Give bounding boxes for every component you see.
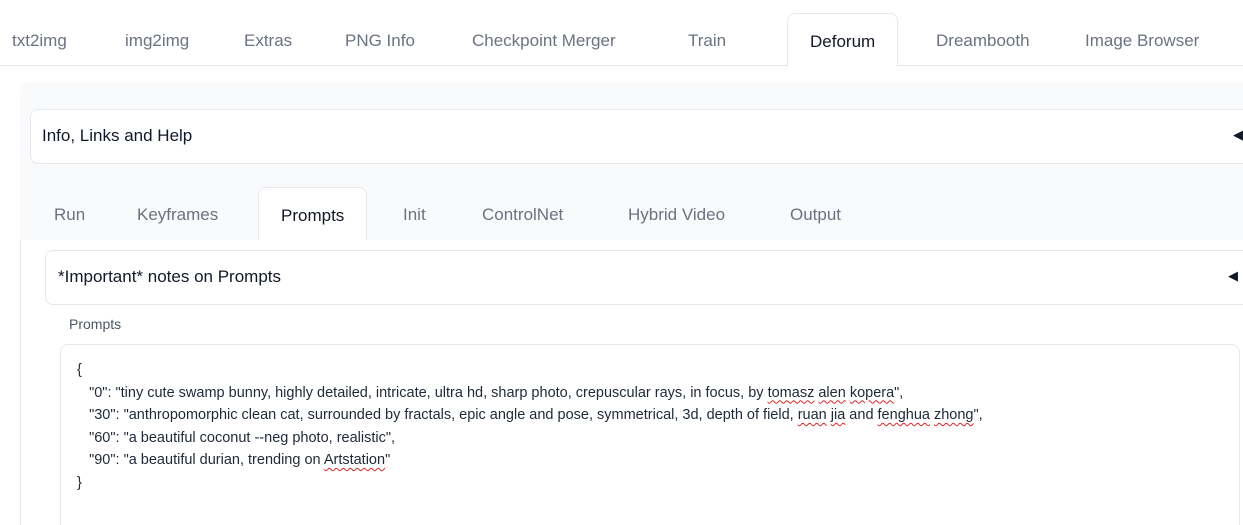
prompts-textarea[interactable]: { "0": "tiny cute swamp bunny, highly de… (60, 344, 1240, 525)
caret-left-icon: ◀ (1228, 268, 1238, 283)
tab-run[interactable]: Run (54, 187, 85, 241)
tab-extras[interactable]: Extras (244, 0, 292, 66)
tab-checkpoint-merger[interactable]: Checkpoint Merger (472, 0, 616, 66)
tab-dreambooth[interactable]: Dreambooth (936, 0, 1030, 66)
tab-controlnet[interactable]: ControlNet (482, 187, 563, 241)
tab-png-info[interactable]: PNG Info (345, 0, 415, 66)
sub-tab-bar: Run Keyframes Prompts Init ControlNet Hy… (20, 187, 1243, 241)
tab-train[interactable]: Train (688, 0, 726, 66)
tab-keyframes[interactable]: Keyframes (137, 187, 218, 241)
info-links-help-accordion[interactable]: Info, Links and Help ◀ (30, 109, 1243, 164)
tab-hybrid-video[interactable]: Hybrid Video (628, 187, 725, 241)
tab-prompts[interactable]: Prompts (258, 187, 368, 241)
prompt-line: "60": "a beautiful coconut --neg photo, … (77, 429, 396, 446)
prompts-label: Prompts (69, 316, 122, 332)
accordion-label: *Important* notes on Prompts (58, 267, 282, 286)
tab-image-browser[interactable]: Image Browser (1085, 0, 1199, 66)
accordion-label: Info, Links and Help (42, 126, 193, 145)
tab-txt2img[interactable]: txt2img (12, 0, 67, 66)
tab-deforum[interactable]: Deforum (787, 13, 899, 67)
caret-left-icon: ◀ (1233, 127, 1243, 142)
important-notes-accordion[interactable]: *Important* notes on Prompts ◀ (45, 250, 1243, 305)
prompt-line: { (77, 362, 82, 378)
prompt-line: "30": "anthropomorphic clean cat, surrou… (77, 407, 983, 423)
tab-init[interactable]: Init (403, 187, 426, 241)
deforum-panel: Info, Links and Help ◀ Run Keyframes Pro… (20, 82, 1243, 525)
prompt-line: "0": "tiny cute swamp bunny, highly deta… (77, 384, 904, 401)
tab-output[interactable]: Output (790, 187, 841, 241)
prompt-line: "90": "a beautiful durian, trending on A… (77, 452, 391, 468)
tab-img2img[interactable]: img2img (125, 0, 189, 66)
top-tab-bar: txt2img img2img Extras PNG Info Checkpoi… (0, 0, 1243, 67)
prompt-line: } (77, 474, 82, 491)
prompts-tab-content: *Important* notes on Prompts ◀ Prompts {… (20, 240, 1243, 525)
prompts-field: Prompts { "0": "tiny cute swamp bunny, h… (45, 312, 1243, 525)
